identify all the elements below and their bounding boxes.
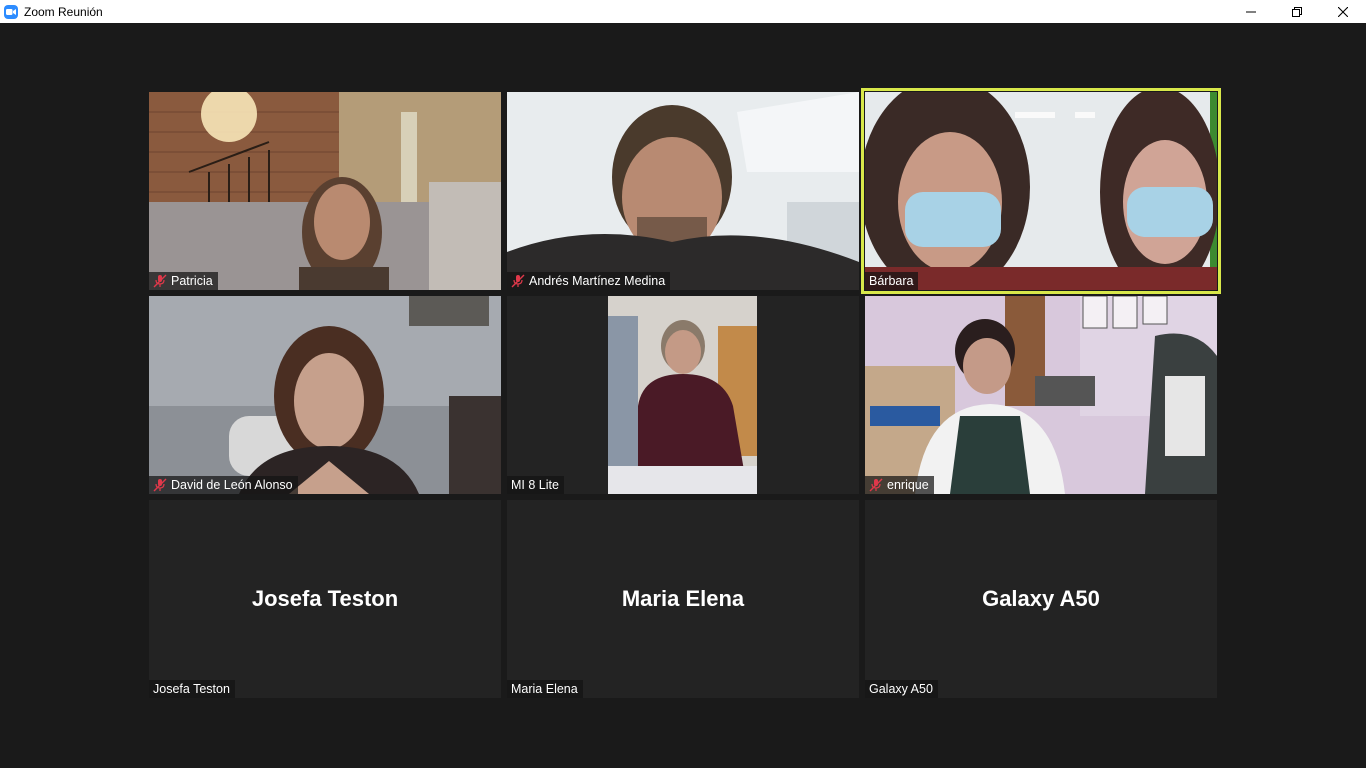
muted-microphone-icon [511,274,525,288]
restore-icon [1292,6,1302,17]
participant-display-name: Maria Elena [621,586,745,611]
participant-name-tag: Andrés Martínez Medina [507,272,671,290]
participant-name: Bárbara [869,274,914,288]
participant-tile-maria-elena[interactable]: Maria Elena Maria Elena [507,500,859,698]
video-feed [149,296,501,494]
participant-tile-andres[interactable]: Andrés Martínez Medina [507,92,859,290]
participant-name-tag: enrique [865,476,934,494]
participant-name-tag: MI 8 Lite [507,476,564,494]
video-feed [865,296,1217,494]
minimize-icon [1246,11,1256,12]
video-feed [507,92,859,290]
participant-tile-patricia[interactable]: Patricia [149,92,501,290]
portrait-video-frame [608,296,757,494]
participant-name-tag: Galaxy A50 [865,680,938,698]
muted-microphone-icon [153,478,167,492]
muted-microphone-icon [869,478,883,492]
close-icon [1338,6,1348,17]
participant-tile-galaxy-a50[interactable]: Galaxy A50 Galaxy A50 [865,500,1217,698]
close-button[interactable] [1320,0,1366,23]
video-feed [865,92,1217,290]
participant-name: MI 8 Lite [511,478,559,492]
participant-name-tag: Maria Elena [507,680,583,698]
zoom-camera-icon [4,4,18,19]
participant-name: Maria Elena [511,682,578,696]
participant-tile-josefa[interactable]: Josefa Teston Josefa Teston [149,500,501,698]
participant-display-name: Josefa Teston [251,586,399,611]
participant-name-tag: Patricia [149,272,218,290]
participant-name: Andrés Martínez Medina [529,274,666,288]
window-title: Zoom Reunión [24,4,103,19]
window-titlebar: Zoom Reunión [0,0,1366,23]
window-controls [1228,0,1366,23]
participant-tile-barbara[interactable]: Bárbara [861,88,1221,294]
video-feed [149,92,501,290]
gallery-view: Patricia Andrés Martínez Medina Bárbara … [0,23,1366,768]
participant-name: David de León Alonso [171,478,293,492]
participant-name-tag: Josefa Teston [149,680,235,698]
participant-tile-david[interactable]: David de León Alonso [149,296,501,494]
participant-display-name: Galaxy A50 [982,586,1100,611]
video-feed [608,296,757,494]
participant-name-tag: David de León Alonso [149,476,298,494]
participant-tile-mi8lite[interactable]: MI 8 Lite [507,296,859,494]
minimize-button[interactable] [1228,0,1274,23]
participant-name: Galaxy A50 [869,682,933,696]
participant-name: Patricia [171,274,213,288]
participant-name-tag: Bárbara [865,272,919,290]
restore-button[interactable] [1274,0,1320,23]
participant-name: enrique [887,478,929,492]
participant-tile-enrique[interactable]: enrique [865,296,1217,494]
muted-microphone-icon [153,274,167,288]
participant-name: Josefa Teston [153,682,230,696]
